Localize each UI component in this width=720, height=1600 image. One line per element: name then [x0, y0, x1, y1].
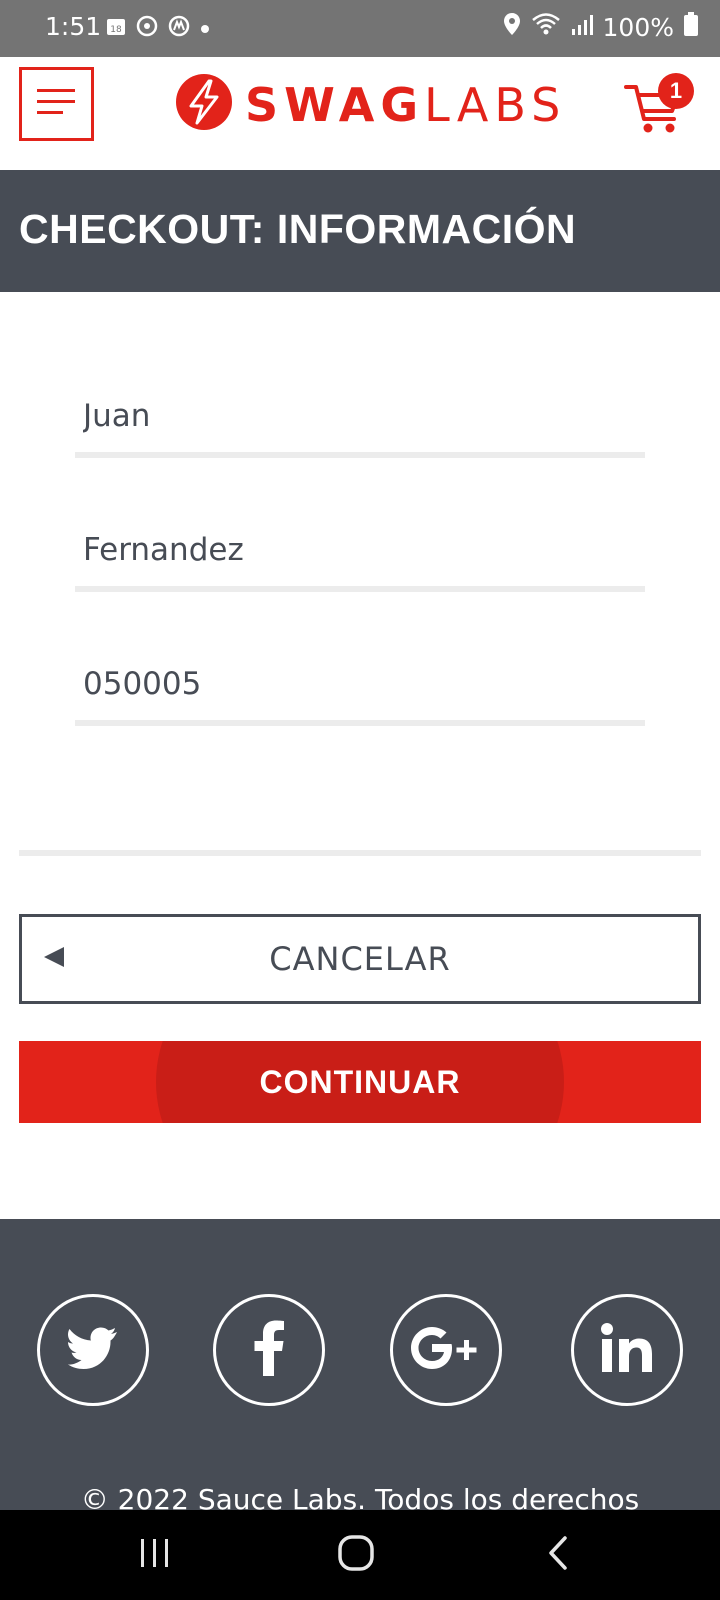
- home-button[interactable]: [326, 1530, 386, 1580]
- footer: © 2022 Sauce Labs. Todos los derechos: [0, 1219, 720, 1516]
- status-bar: 1:51 18 100%: [0, 0, 720, 57]
- location-icon: [503, 12, 521, 42]
- back-arrow-icon: [44, 947, 64, 967]
- continue-button-label: CONTINUAR: [259, 1063, 461, 1100]
- lightning-logo-icon: [175, 73, 233, 136]
- wifi-icon: [531, 12, 561, 42]
- menu-button[interactable]: [19, 67, 94, 141]
- page-title: CHECKOUT: INFORMACIÓN: [19, 206, 577, 252]
- sync-icon: [136, 15, 158, 41]
- dot-icon: [200, 19, 210, 38]
- cancel-button-label: CANCELAR: [269, 940, 451, 978]
- linkedin-button[interactable]: [571, 1294, 683, 1406]
- cart-button[interactable]: 1: [624, 73, 694, 133]
- continue-button[interactable]: CONTINUAR: [19, 1041, 701, 1123]
- cancel-button[interactable]: CANCELAR: [19, 914, 701, 1004]
- facebook-button[interactable]: [213, 1294, 325, 1406]
- zip-code-field-container: [75, 646, 645, 726]
- facebook-icon: [254, 1320, 284, 1381]
- system-nav-bar: [0, 1510, 720, 1600]
- status-right: 100%: [503, 12, 698, 42]
- battery-icon: [684, 12, 698, 42]
- hamburger-icon: [36, 87, 77, 122]
- twitter-icon: [67, 1326, 119, 1375]
- divider: [19, 850, 701, 856]
- back-button[interactable]: [528, 1530, 588, 1580]
- cart-count-badge: 1: [658, 73, 694, 109]
- logo-text: SWAGLABS: [245, 77, 567, 132]
- zip-code-field[interactable]: [83, 666, 623, 702]
- google-plus-button[interactable]: [390, 1294, 502, 1406]
- first-name-field-container: [75, 378, 645, 458]
- recent-apps-icon: [139, 1537, 171, 1574]
- first-name-field[interactable]: [83, 398, 623, 434]
- title-bar: CHECKOUT: INFORMACIÓN: [0, 170, 720, 292]
- swag-labs-logo: SWAGLABS: [175, 73, 566, 136]
- linkedin-icon: [601, 1322, 653, 1378]
- battery-percent: 100%: [602, 12, 674, 42]
- back-icon: [547, 1535, 569, 1575]
- app-header: SWAGLABS 1: [0, 57, 720, 170]
- svg-text:18: 18: [110, 25, 122, 35]
- calendar-icon: 18: [106, 16, 126, 40]
- app-notification-icon: [168, 15, 190, 41]
- recent-apps-button[interactable]: [125, 1530, 185, 1580]
- google-plus-icon: [408, 1324, 484, 1377]
- twitter-button[interactable]: [37, 1294, 149, 1406]
- home-icon: [338, 1534, 374, 1576]
- notification-icons: 18: [106, 15, 210, 41]
- signal-icon: [571, 13, 593, 42]
- last-name-field-container: [75, 512, 645, 592]
- status-time: 1:51: [45, 12, 102, 41]
- last-name-field[interactable]: [83, 532, 623, 568]
